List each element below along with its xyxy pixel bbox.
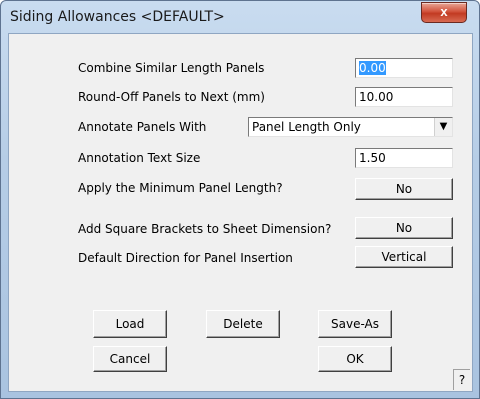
combine-panels-value: 0.00 — [359, 61, 386, 75]
help-button[interactable]: ? — [453, 369, 470, 390]
brackets-toggle[interactable]: No — [355, 217, 453, 239]
chevron-down-icon[interactable]: ▼ — [434, 118, 452, 136]
close-button[interactable]: x — [421, 2, 467, 23]
direction-toggle[interactable]: Vertical — [355, 246, 453, 268]
roundoff-input[interactable]: 10.00 — [355, 87, 453, 107]
dialog-window: Siding Allowances <DEFAULT> x Combine Si… — [0, 0, 480, 399]
annotate-label: Annotate Panels With — [78, 120, 207, 134]
load-button[interactable]: Load — [93, 310, 167, 338]
roundoff-label: Round-Off Panels to Next (mm) — [78, 90, 265, 104]
annotate-value: Panel Length Only — [252, 120, 361, 134]
combine-panels-label: Combine Similar Length Panels — [78, 61, 265, 75]
min-length-label: Apply the Minimum Panel Length? — [78, 181, 283, 195]
annotate-select[interactable]: Panel Length Only ▼ — [248, 117, 453, 137]
delete-button[interactable]: Delete — [206, 310, 280, 338]
combine-panels-input[interactable]: 0.00 — [355, 58, 453, 78]
direction-label: Default Direction for Panel Insertion — [78, 251, 293, 265]
text-size-input[interactable]: 1.50 — [355, 148, 453, 168]
min-length-toggle[interactable]: No — [355, 178, 453, 200]
title-bar[interactable]: Siding Allowances <DEFAULT> x — [1, 1, 479, 35]
dialog-body: Combine Similar Length Panels 0.00 Round… — [8, 33, 473, 392]
cancel-button[interactable]: Cancel — [93, 346, 167, 372]
text-size-label: Annotation Text Size — [78, 151, 201, 165]
save-as-button[interactable]: Save-As — [318, 310, 392, 338]
ok-button[interactable]: OK — [318, 346, 392, 372]
window-title: Siding Allowances <DEFAULT> — [10, 9, 225, 25]
brackets-label: Add Square Brackets to Sheet Dimension? — [78, 222, 332, 236]
close-icon: x — [440, 4, 448, 19]
